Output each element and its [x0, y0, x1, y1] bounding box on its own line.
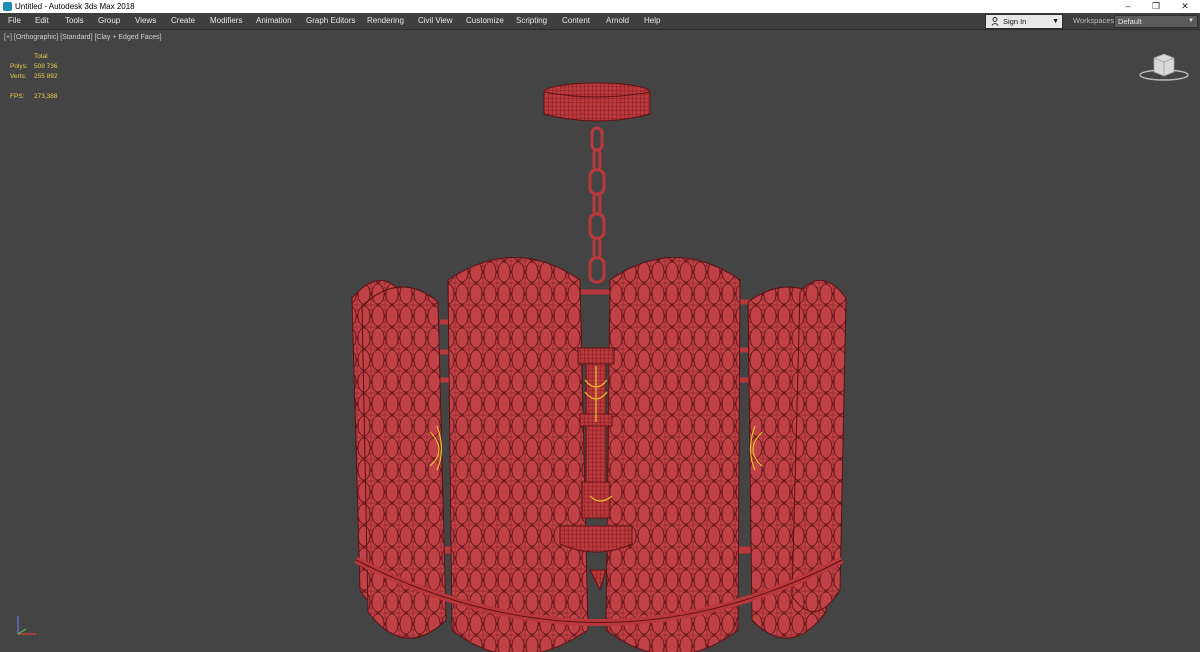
- menu-rendering[interactable]: Rendering: [367, 13, 404, 29]
- menu-edit[interactable]: Edit: [35, 13, 49, 29]
- chandelier-model: [0, 30, 1200, 652]
- menu-group[interactable]: Group: [98, 13, 120, 29]
- viewport[interactable]: [+] [Orthographic] [Standard] [Clay + Ed…: [0, 29, 1200, 651]
- menu-scripting[interactable]: Scripting: [516, 13, 547, 29]
- menu-content[interactable]: Content: [562, 13, 590, 29]
- menu-animation[interactable]: Animation: [256, 13, 292, 29]
- menu-help[interactable]: Help: [644, 13, 660, 29]
- window-title: Untitled - Autodesk 3ds Max 2018: [15, 1, 135, 12]
- workspaces-label: Workspaces:: [1073, 13, 1116, 29]
- chevron-down-icon: ▼: [1052, 15, 1059, 28]
- menu-graph-editors[interactable]: Graph Editors: [306, 13, 355, 29]
- menu-tools[interactable]: Tools: [65, 13, 84, 29]
- viewcube-icon[interactable]: [1138, 50, 1190, 82]
- menu-views[interactable]: Views: [135, 13, 156, 29]
- sign-in-label: Sign In: [1003, 15, 1026, 28]
- menu-modifiers[interactable]: Modifiers: [210, 13, 242, 29]
- title-bar: Untitled - Autodesk 3ds Max 2018 – ❐ ✕: [0, 0, 1200, 13]
- app-icon: [3, 2, 12, 11]
- menu-customize[interactable]: Customize: [466, 13, 504, 29]
- sign-in-dropdown[interactable]: Sign In ▼: [985, 14, 1063, 29]
- scale-panel-front-right: [606, 258, 740, 652]
- chain: [590, 128, 604, 282]
- minimize-button[interactable]: –: [1114, 0, 1142, 13]
- scale-panel-front-left: [448, 258, 588, 652]
- chevron-down-icon: ▼: [1188, 16, 1194, 27]
- workspace-select[interactable]: Default ▼: [1114, 15, 1198, 28]
- menu-arnold[interactable]: Arnold: [606, 13, 629, 29]
- menu-file[interactable]: File: [8, 13, 21, 29]
- user-icon: [991, 17, 999, 26]
- menu-civil-view[interactable]: Civil View: [418, 13, 453, 29]
- menu-create[interactable]: Create: [171, 13, 195, 29]
- axis-tripod-icon: [12, 612, 42, 642]
- bottom-finial: [590, 570, 606, 590]
- restore-button[interactable]: ❐: [1142, 0, 1170, 13]
- close-button[interactable]: ✕: [1171, 0, 1199, 13]
- workspace-value: Default: [1118, 16, 1142, 27]
